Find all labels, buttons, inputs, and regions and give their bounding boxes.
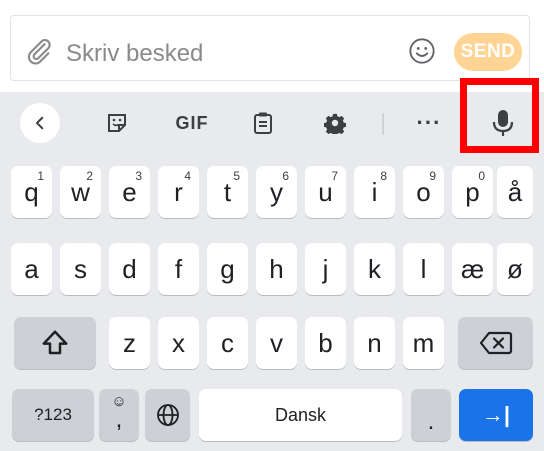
key-label: z (123, 327, 136, 358)
key-d[interactable]: d (109, 243, 150, 295)
key-a[interactable]: a (11, 243, 52, 295)
key-label: g (220, 253, 235, 284)
key-label: æ (460, 253, 485, 284)
key-label: y (270, 176, 283, 207)
toolbar-divider (382, 113, 384, 135)
emoji-icon[interactable] (408, 37, 436, 65)
key-hint: 5 (233, 169, 240, 183)
key-e[interactable]: e3 (109, 166, 150, 218)
key-label: r (174, 176, 183, 207)
key-label: n (367, 327, 382, 358)
clipboard-icon[interactable] (246, 103, 280, 143)
key-label: s (74, 253, 87, 284)
paperclip-icon[interactable] (24, 36, 54, 66)
key-x[interactable]: x (158, 317, 199, 369)
key-label: k (368, 253, 381, 284)
key-label: i (371, 176, 378, 207)
key-j[interactable]: j (305, 243, 346, 295)
sticker-icon[interactable] (100, 103, 134, 143)
gear-icon[interactable] (318, 103, 352, 143)
key-y[interactable]: y6 (256, 166, 297, 218)
chevron-left-icon[interactable] (20, 103, 60, 143)
key-hint: 8 (380, 169, 387, 183)
key-hint: 3 (135, 169, 142, 183)
key-hint: 7 (331, 169, 338, 183)
key-hint: 2 (86, 169, 93, 183)
period-label: . (427, 408, 435, 435)
key-t[interactable]: t5 (207, 166, 248, 218)
key-hint: 9 (429, 169, 436, 183)
key-label: l (420, 253, 427, 284)
backspace-key[interactable] (458, 317, 533, 369)
key-m[interactable]: m (403, 317, 444, 369)
key-l[interactable]: l (403, 243, 444, 295)
key-s[interactable]: s (60, 243, 101, 295)
period-key[interactable]: . (411, 389, 451, 441)
shift-icon (42, 330, 68, 355)
keyboard-toolbar: GIF ··· (0, 78, 544, 153)
key-label: m (412, 327, 435, 358)
comma-label: , (115, 405, 123, 433)
key-k[interactable]: k (354, 243, 395, 295)
key-label: b (318, 327, 333, 358)
key-v[interactable]: v (256, 317, 297, 369)
globe-icon (156, 404, 179, 426)
key-hint: 6 (282, 169, 289, 183)
key-r[interactable]: r4 (158, 166, 199, 218)
message-placeholder: Skriv besked (66, 40, 204, 67)
key-f[interactable]: f (158, 243, 199, 295)
key-oe[interactable]: ø (497, 243, 533, 295)
key-z[interactable]: z (109, 317, 150, 369)
language-key[interactable] (145, 389, 190, 441)
key-w[interactable]: w2 (60, 166, 101, 218)
comma-key[interactable]: ☺ , (99, 389, 139, 441)
key-hint: 1 (37, 169, 44, 183)
send-button[interactable]: SEND (454, 33, 522, 71)
symbols-key[interactable]: ?123 (12, 389, 94, 441)
key-n[interactable]: n (354, 317, 395, 369)
key-ae[interactable]: æ (452, 243, 493, 295)
key-label: ø (507, 253, 523, 284)
key-c[interactable]: c (207, 317, 248, 369)
key-h[interactable]: h (256, 243, 297, 295)
key-label: å (507, 176, 523, 207)
space-key[interactable]: Dansk (199, 389, 402, 441)
symbols-label: ?123 (34, 405, 72, 424)
key-label: f (174, 253, 183, 284)
key-label: j (322, 253, 329, 284)
backspace-icon (479, 331, 512, 355)
key-g[interactable]: g (207, 243, 248, 295)
enter-key[interactable]: →| (459, 389, 533, 441)
more-options-button[interactable]: ··· (412, 103, 446, 143)
key-i[interactable]: i8 (354, 166, 395, 218)
space-label: Dansk (274, 404, 327, 425)
key-o[interactable]: o9 (403, 166, 444, 218)
key-label: a (24, 253, 39, 284)
key-hint: 0 (478, 169, 485, 183)
key-label: x (172, 327, 185, 358)
key-hint: 4 (184, 169, 191, 183)
key-aa[interactable]: å (497, 166, 533, 218)
shift-key[interactable] (14, 317, 96, 369)
enter-arrow-icon: →| (481, 402, 511, 427)
key-label: h (269, 253, 284, 284)
mic-highlight-box (460, 78, 539, 153)
key-label: t (223, 176, 232, 207)
key-q[interactable]: q1 (11, 166, 52, 218)
key-p[interactable]: p0 (452, 166, 493, 218)
key-label: d (122, 253, 137, 284)
key-b[interactable]: b (305, 317, 346, 369)
key-label: v (270, 327, 283, 358)
keyboard: GIF ··· q1 w2 e3 r 4 t 5 y 6 u 7 i 8 o 9… (0, 78, 544, 451)
key-label: c (221, 327, 234, 358)
gif-button[interactable]: GIF (170, 103, 214, 143)
key-u[interactable]: u7 (305, 166, 346, 218)
